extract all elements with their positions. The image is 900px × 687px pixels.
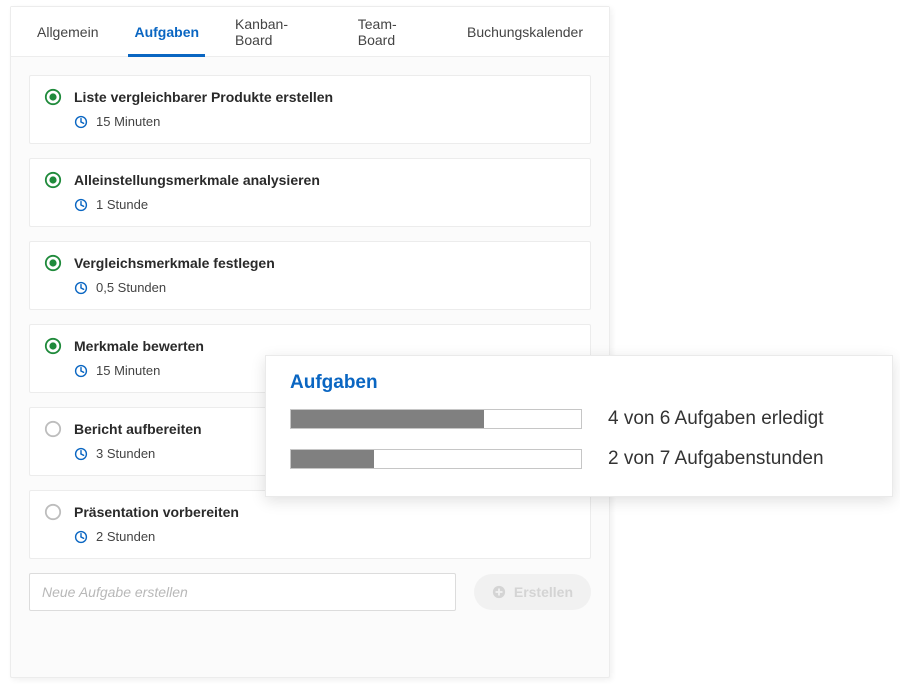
new-task-row: Erstellen	[11, 559, 609, 629]
task-card[interactable]: Präsentation vorbereiten 2 Stunden	[29, 490, 591, 559]
clock-icon	[74, 447, 88, 461]
clock-icon	[74, 281, 88, 295]
task-card[interactable]: Vergleichsmerkmale festlegen 0,5 Stunden	[29, 241, 591, 310]
tab-label: Allgemein	[37, 24, 98, 40]
tab-buchungskalender[interactable]: Buchungskalender	[449, 7, 601, 56]
tab-label: Aufgaben	[134, 24, 199, 40]
tab-label: Buchungskalender	[467, 24, 583, 40]
status-done-icon	[44, 171, 62, 189]
tab-allgemein[interactable]: Allgemein	[19, 7, 116, 56]
clock-icon	[74, 364, 88, 378]
create-button-label: Erstellen	[514, 584, 573, 600]
progress-label: 2 von 7 Aufgabenstunden	[608, 448, 824, 470]
progress-row: 2 von 7 Aufgabenstunden	[290, 448, 868, 470]
status-open-icon	[44, 420, 62, 438]
tab-kanban-board[interactable]: Kanban-Board	[217, 7, 340, 56]
task-meta: 2 Stunden	[74, 529, 576, 544]
task-duration: 15 Minuten	[96, 363, 160, 378]
task-head: Liste vergleichbarer Produkte erstellen	[44, 88, 576, 106]
progress-fill	[291, 450, 374, 468]
task-duration: 15 Minuten	[96, 114, 160, 129]
summary-overlay: Aufgaben 4 von 6 Aufgaben erledigt 2 von…	[265, 355, 893, 497]
task-duration: 3 Stunden	[96, 446, 155, 461]
task-title: Alleinstellungsmerkmale analysieren	[74, 172, 320, 188]
clock-icon	[74, 198, 88, 212]
task-meta: 15 Minuten	[74, 114, 576, 129]
status-done-icon	[44, 88, 62, 106]
plus-circle-icon	[492, 585, 506, 599]
progress-bar	[290, 449, 582, 469]
tab-team-board[interactable]: Team-Board	[340, 7, 449, 56]
clock-icon	[74, 530, 88, 544]
task-title: Präsentation vorbereiten	[74, 504, 239, 520]
task-duration: 2 Stunden	[96, 529, 155, 544]
task-duration: 0,5 Stunden	[96, 280, 166, 295]
status-done-icon	[44, 337, 62, 355]
task-head: Vergleichsmerkmale festlegen	[44, 254, 576, 272]
tab-aufgaben[interactable]: Aufgaben	[116, 7, 217, 56]
task-duration: 1 Stunde	[96, 197, 148, 212]
tab-label: Kanban-Board	[235, 16, 322, 48]
task-title: Bericht aufbereiten	[74, 421, 202, 437]
task-meta: 1 Stunde	[74, 197, 576, 212]
task-head: Präsentation vorbereiten	[44, 503, 576, 521]
task-card[interactable]: Liste vergleichbarer Produkte erstellen …	[29, 75, 591, 144]
tab-bar: Allgemein Aufgaben Kanban-Board Team-Board B…	[11, 7, 609, 57]
task-title: Merkmale bewerten	[74, 338, 204, 354]
progress-row: 4 von 6 Aufgaben erledigt	[290, 408, 868, 430]
task-head: Alleinstellungsmerkmale analysieren	[44, 171, 576, 189]
status-open-icon	[44, 503, 62, 521]
task-card[interactable]: Alleinstellungsmerkmale analysieren 1 St…	[29, 158, 591, 227]
tab-label: Team-Board	[358, 16, 431, 48]
new-task-input[interactable]	[29, 573, 456, 611]
progress-label: 4 von 6 Aufgaben erledigt	[608, 408, 824, 430]
progress-bar	[290, 409, 582, 429]
task-title: Vergleichsmerkmale festlegen	[74, 255, 275, 271]
status-done-icon	[44, 254, 62, 272]
clock-icon	[74, 115, 88, 129]
task-head: Merkmale bewerten	[44, 337, 576, 355]
overlay-title: Aufgaben	[290, 372, 868, 394]
task-panel: Allgemein Aufgaben Kanban-Board Team-Board B…	[10, 6, 610, 678]
create-button[interactable]: Erstellen	[474, 574, 591, 610]
task-meta: 0,5 Stunden	[74, 280, 576, 295]
progress-fill	[291, 410, 484, 428]
task-title: Liste vergleichbarer Produkte erstellen	[74, 89, 333, 105]
